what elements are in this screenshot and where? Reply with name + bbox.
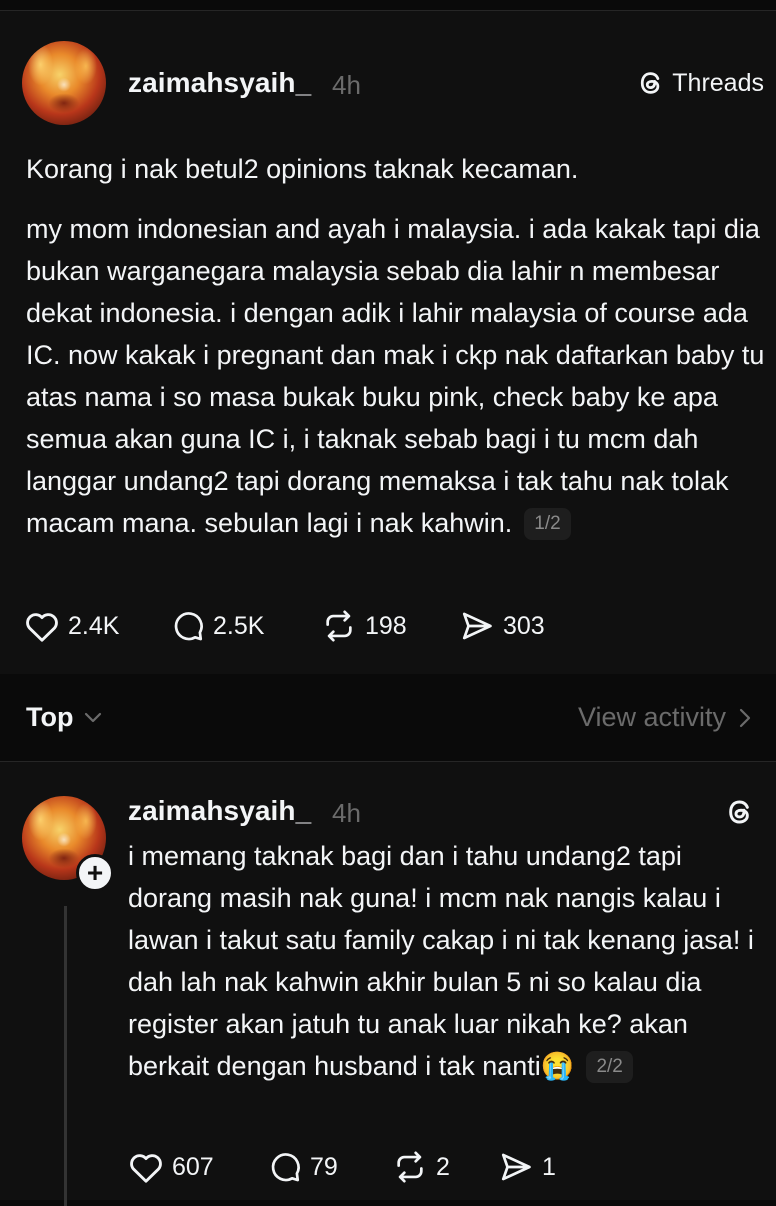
post-body: Korang i nak betul2 opinions taknak keca… — [26, 148, 766, 544]
repost-icon — [326, 610, 352, 642]
share-count: 1 — [542, 1152, 556, 1181]
view-activity-link[interactable]: View activity — [578, 702, 752, 733]
like-button[interactable]: 607 — [128, 1150, 268, 1184]
share-count: 303 — [503, 611, 545, 640]
share-button[interactable]: 1 — [498, 1150, 556, 1184]
share-icon — [501, 1153, 531, 1181]
repost-button[interactable]: 198 — [321, 609, 459, 643]
reply-button[interactable]: 79 — [268, 1150, 392, 1184]
post-actions: 2.4K 2.5K 198 303 — [24, 609, 545, 643]
repost-count: 198 — [365, 611, 407, 640]
repost-count: 2 — [436, 1152, 450, 1181]
threads-logo-button[interactable] — [724, 796, 756, 833]
reply-body: i memang taknak bagi dan i tahu undang2 … — [128, 835, 768, 1087]
heart-icon — [26, 613, 58, 642]
comment-icon — [174, 612, 203, 641]
thread-pager: 2/2 — [586, 1051, 633, 1083]
like-count: 607 — [172, 1152, 214, 1181]
main-post: zaimahsyaih_ 4h Threads Korang i nak bet… — [0, 11, 776, 674]
repost-button[interactable]: 2 — [392, 1150, 498, 1184]
repost-icon — [397, 1151, 423, 1183]
post-paragraph: my mom indonesian and ayah i malaysia. i… — [26, 208, 766, 544]
chevron-right-icon — [739, 708, 751, 727]
sort-label: Top — [26, 702, 74, 732]
post-time: 4h — [332, 70, 361, 100]
threads-logo-icon — [729, 800, 749, 824]
post-paragraph: Korang i nak betul2 opinions taknak keca… — [26, 154, 579, 184]
replies-filter-bar: Top View activity — [0, 674, 776, 762]
reply-text: i memang taknak bagi dan i tahu undang2 … — [128, 841, 754, 1081]
view-activity-label: View activity — [577, 702, 726, 732]
reply-time: 4h — [332, 798, 361, 828]
like-count: 2.4K — [68, 611, 120, 640]
reply-count: 2.5K — [213, 611, 265, 640]
like-button[interactable]: 2.4K — [24, 609, 171, 643]
threads-logo-icon — [641, 72, 660, 94]
thread-reply: + zaimahsyaih_ 4h i memang taknak bagi d… — [0, 762, 776, 1206]
plus-icon[interactable]: + — [76, 854, 114, 892]
thread-connector-line — [64, 906, 67, 1206]
threads-brand-link[interactable]: Threads — [636, 68, 764, 98]
thread-pager: 1/2 — [524, 508, 571, 540]
share-icon — [462, 612, 492, 640]
reply-actions: 607 79 2 1 — [128, 1150, 556, 1184]
comment-icon — [271, 1153, 300, 1182]
chevron-down-icon — [85, 712, 102, 722]
reply-count: 79 — [310, 1152, 338, 1181]
post-username[interactable]: zaimahsyaih_ — [128, 67, 311, 99]
sort-dropdown[interactable]: Top — [26, 702, 103, 733]
reply-paragraph: i memang taknak bagi dan i tahu undang2 … — [128, 835, 768, 1087]
heart-icon — [130, 1154, 162, 1183]
threads-brand-label: Threads — [672, 68, 764, 97]
reply-button[interactable]: 2.5K — [171, 609, 321, 643]
avatar[interactable] — [22, 41, 106, 125]
share-button[interactable]: 303 — [459, 609, 545, 643]
post-paragraph-text: my mom indonesian and ayah i malaysia. i… — [26, 214, 765, 538]
reply-username[interactable]: zaimahsyaih_ — [128, 795, 311, 827]
